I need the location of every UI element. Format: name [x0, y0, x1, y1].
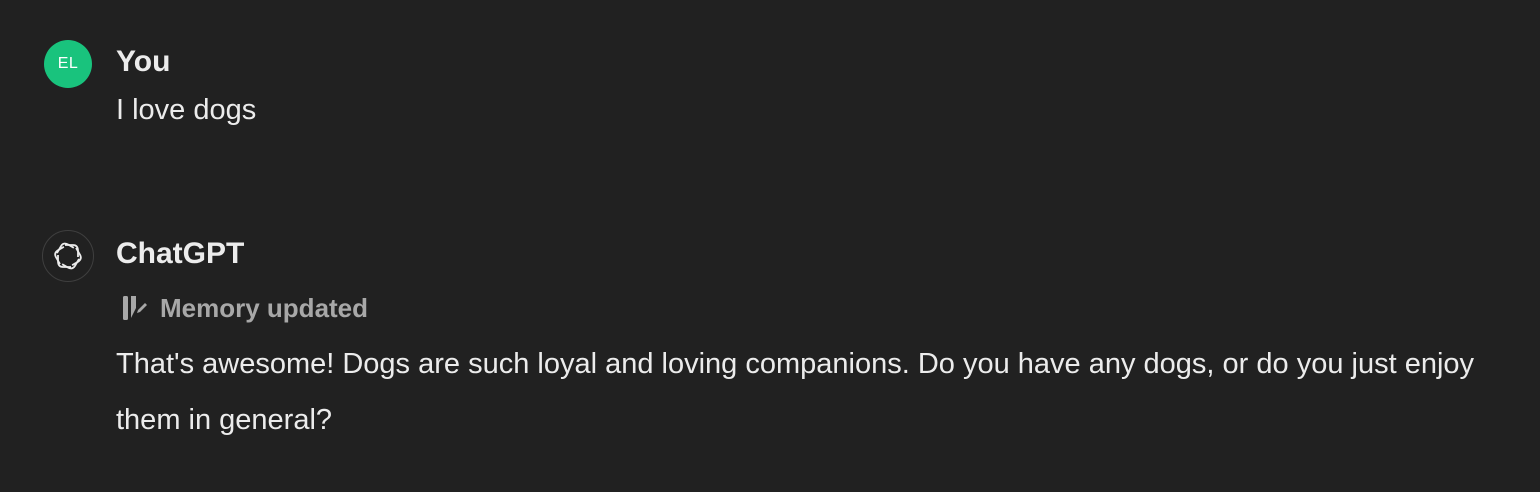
- user-avatar-initials: EL: [57, 55, 79, 72]
- memory-updated-label: Memory updated: [160, 293, 369, 323]
- user-avatar: EL: [44, 40, 92, 88]
- user-author-name: You: [116, 45, 171, 78]
- assistant-message-text: That's awesome! Dogs are such loyal and …: [116, 348, 1475, 436]
- memory-updated-indicator[interactable]: Memory updated: [122, 288, 368, 328]
- openai-logo-icon: [54, 242, 82, 270]
- user-message-text: I love dogs: [116, 94, 257, 126]
- assistant-author-name: ChatGPT: [116, 237, 245, 270]
- assistant-avatar: [42, 230, 94, 282]
- memory-edit-icon: [123, 296, 147, 320]
